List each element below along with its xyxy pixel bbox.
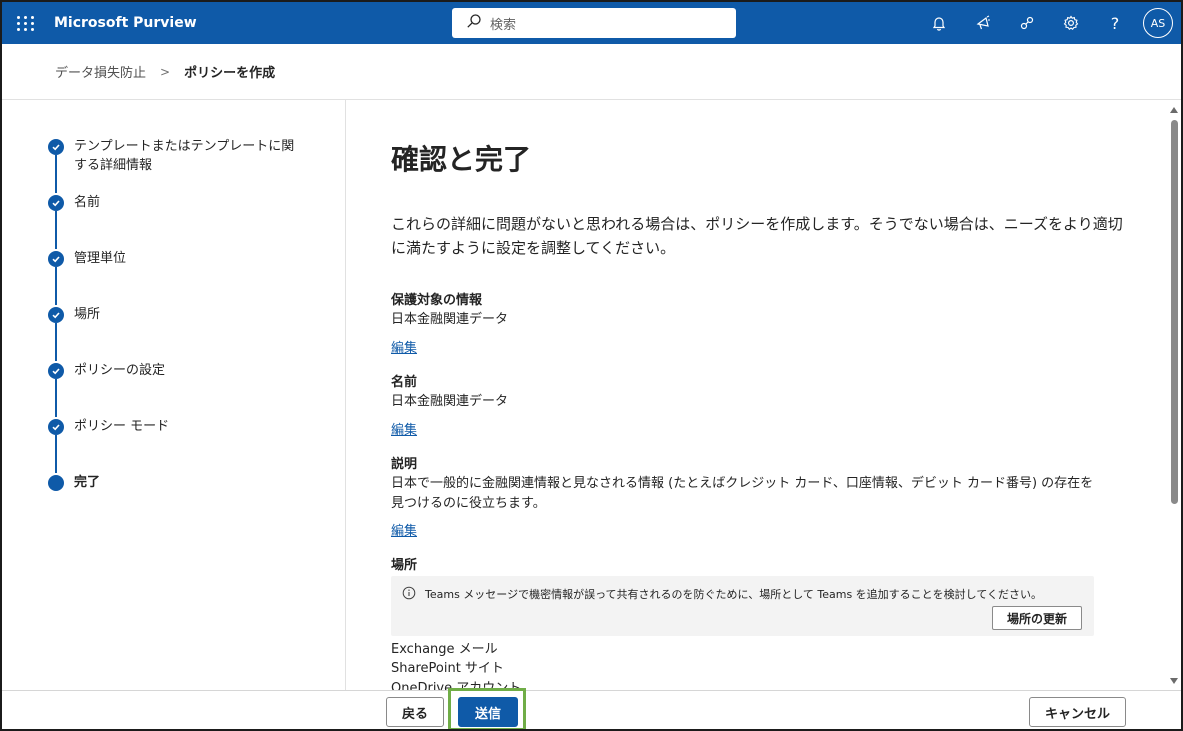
scroll-up-arrow-icon[interactable] bbox=[1170, 107, 1178, 113]
main-content: 確認と完了 これらの詳細に問題がないと思われる場合は、ポリシーを作成します。そう… bbox=[347, 100, 1173, 690]
back-button[interactable]: 戻る bbox=[386, 697, 444, 727]
step-connector bbox=[55, 323, 57, 361]
section-title-protected-info: 保護対象の情報 bbox=[391, 293, 483, 308]
search-placeholder: 検索 bbox=[490, 17, 517, 33]
section-value-name: 日本金融関連データ bbox=[391, 394, 509, 409]
location-item: SharePoint サイト bbox=[391, 661, 504, 676]
check-icon bbox=[48, 419, 64, 435]
top-bar: Microsoft Purview 検索 ? AS bbox=[2, 2, 1181, 44]
step-label: ポリシーの設定 bbox=[74, 363, 166, 378]
main-scrollbar[interactable] bbox=[1169, 102, 1179, 688]
check-icon bbox=[48, 139, 64, 155]
wizard-step-admin-units[interactable]: 管理単位 bbox=[48, 251, 304, 268]
edit-name-link[interactable]: 編集 bbox=[391, 419, 417, 438]
avatar[interactable]: AS bbox=[1143, 8, 1173, 38]
megaphone-icon[interactable] bbox=[961, 2, 1005, 44]
wizard-steps: テンプレートまたはテンプレートに関する詳細情報 名前 管理単位 場所 ポリシーの… bbox=[2, 100, 346, 690]
share-icon[interactable] bbox=[1005, 2, 1049, 44]
current-step-dot-icon bbox=[48, 475, 64, 491]
wizard-footer: 戻る 送信 キャンセル bbox=[2, 690, 1181, 729]
cancel-button[interactable]: キャンセル bbox=[1029, 697, 1126, 727]
check-icon bbox=[48, 195, 64, 211]
wizard-step-policy-mode[interactable]: ポリシー モード bbox=[48, 419, 304, 436]
breadcrumb-current: ポリシーを作成 bbox=[184, 66, 276, 81]
wizard-step-locations[interactable]: 場所 bbox=[48, 307, 304, 324]
step-label: 管理単位 bbox=[74, 251, 127, 266]
breadcrumb: データ損失防止 > ポリシーを作成 bbox=[2, 44, 1181, 100]
gear-icon[interactable] bbox=[1049, 2, 1093, 44]
step-label: 完了 bbox=[74, 475, 101, 490]
app-title[interactable]: Microsoft Purview bbox=[54, 15, 197, 31]
search-icon bbox=[466, 13, 482, 33]
step-label: 名前 bbox=[74, 195, 101, 210]
section-title-description: 説明 bbox=[391, 457, 418, 472]
step-connector bbox=[55, 379, 57, 417]
wizard-step-finish[interactable]: 完了 bbox=[48, 475, 304, 492]
check-icon bbox=[48, 363, 64, 379]
check-icon bbox=[48, 251, 64, 267]
top-icons: ? AS bbox=[917, 2, 1177, 44]
wizard-step-name[interactable]: 名前 bbox=[48, 195, 304, 212]
edit-protected-info-link[interactable]: 編集 bbox=[391, 337, 417, 356]
submit-highlight-box bbox=[448, 688, 526, 729]
scrollbar-thumb[interactable] bbox=[1171, 120, 1178, 504]
app-frame: Microsoft Purview 検索 ? AS データ損失防止 > ポリシー… bbox=[0, 0, 1183, 731]
section-value-description: 日本で一般的に金融関連情報と見なされる情報 (たとえばクレジット カード、口座情… bbox=[391, 476, 1094, 511]
app-launcher-icon[interactable] bbox=[16, 13, 36, 33]
update-locations-button[interactable]: 場所の更新 bbox=[991, 606, 1082, 630]
wizard-step-template[interactable]: テンプレートまたはテンプレートに関する詳細情報 bbox=[48, 139, 304, 175]
bell-icon[interactable] bbox=[917, 2, 961, 44]
intro-text: これらの詳細に問題がないと思われる場合は、ポリシーを作成します。そうでない場合は… bbox=[391, 215, 1123, 257]
step-label: 場所 bbox=[74, 307, 101, 322]
section-value-protected-info: 日本金融関連データ bbox=[391, 312, 509, 327]
step-label: ポリシー モード bbox=[74, 419, 170, 434]
location-item: Exchange メール bbox=[391, 642, 498, 657]
page-title: 確認と完了 bbox=[391, 143, 532, 176]
chevron-right-icon: > bbox=[160, 64, 171, 79]
step-connector bbox=[55, 211, 57, 249]
step-label: テンプレートまたはテンプレートに関する詳細情報 bbox=[74, 139, 295, 173]
teams-notice: Teams メッセージで機密情報が誤って共有されるのを防ぐために、場所として T… bbox=[391, 576, 1094, 636]
info-icon bbox=[402, 585, 416, 604]
help-icon[interactable]: ? bbox=[1093, 2, 1137, 44]
notice-message: Teams メッセージで機密情報が誤って共有されるのを防ぐために、場所として T… bbox=[425, 588, 1043, 601]
step-connector bbox=[55, 435, 57, 473]
wizard-step-policy-settings[interactable]: ポリシーの設定 bbox=[48, 363, 304, 380]
search-box[interactable]: 検索 bbox=[452, 8, 736, 38]
section-title-locations: 場所 bbox=[391, 558, 418, 573]
breadcrumb-parent[interactable]: データ損失防止 bbox=[55, 62, 146, 81]
edit-description-link[interactable]: 編集 bbox=[391, 520, 417, 539]
section-title-name: 名前 bbox=[391, 375, 418, 390]
step-connector bbox=[55, 267, 57, 305]
check-icon bbox=[48, 307, 64, 323]
scroll-down-arrow-icon[interactable] bbox=[1170, 678, 1178, 684]
